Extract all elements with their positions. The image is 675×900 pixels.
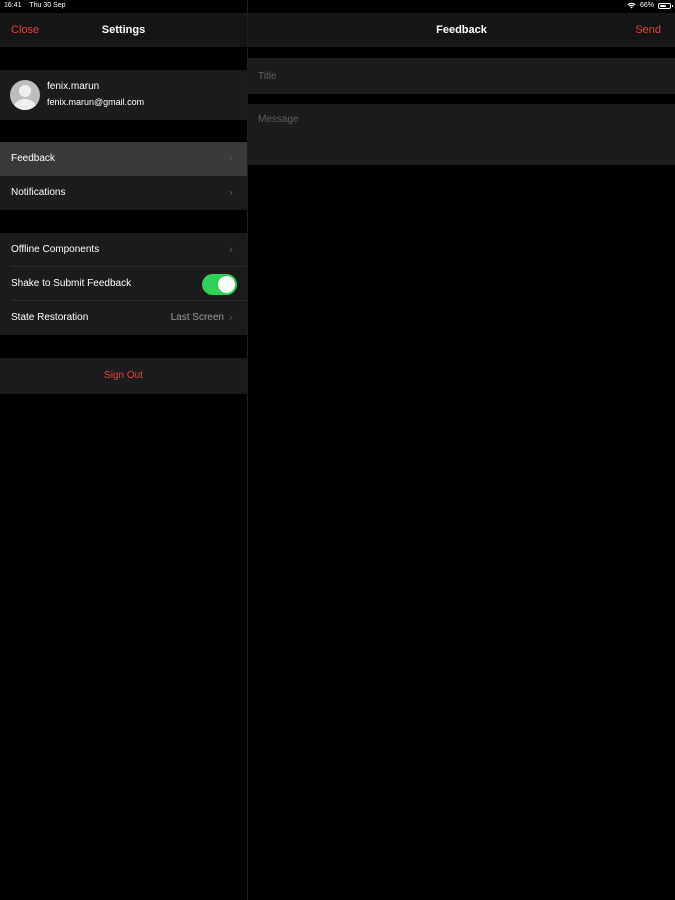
- profile-name: fenix.marun: [47, 81, 100, 92]
- title-field: [248, 58, 675, 94]
- status-bar: 16:41 Thu 30 Sep 66%: [0, 0, 675, 13]
- profile-email: fenix.marun@gmail.com: [47, 97, 145, 107]
- status-date: Thu 30 Sep: [29, 2, 66, 9]
- feedback-title: Feedback: [436, 24, 487, 36]
- message-field: [248, 104, 675, 165]
- battery-icon: [658, 2, 673, 9]
- toggle-knob: [218, 276, 235, 293]
- wifi-icon: [627, 2, 636, 9]
- settings-navbar: Close Settings: [0, 13, 247, 47]
- shake-to-submit-row: Shake to Submit Feedback: [0, 267, 247, 301]
- feedback-row[interactable]: Feedback ›: [0, 142, 247, 176]
- avatar-head: [19, 85, 31, 97]
- chevron-right-icon: ›: [229, 187, 233, 199]
- offline-components-label: Offline Components: [11, 244, 100, 255]
- settings-title: Settings: [101, 24, 146, 36]
- state-restoration-label: State Restoration: [11, 312, 89, 323]
- shake-to-submit-label: Shake to Submit Feedback: [11, 278, 132, 289]
- profile-cell[interactable]: fenix.marun fenix.marun@gmail.com: [0, 70, 247, 120]
- feedback-row-label: Feedback: [11, 153, 55, 164]
- chevron-right-icon: ›: [229, 312, 233, 324]
- send-button[interactable]: Send: [635, 13, 661, 47]
- chevron-right-icon: ›: [229, 244, 233, 256]
- state-restoration-value: Last Screen: [170, 312, 224, 323]
- notifications-row[interactable]: Notifications ›: [0, 176, 247, 210]
- message-input[interactable]: [248, 104, 675, 165]
- avatar: [10, 80, 40, 110]
- status-time: 16:41: [4, 2, 22, 9]
- sign-out-row[interactable]: Sign Out: [0, 358, 247, 394]
- title-input[interactable]: [248, 58, 675, 94]
- sign-out-button[interactable]: Sign Out: [104, 370, 143, 381]
- state-restoration-row[interactable]: State Restoration Last Screen ›: [0, 301, 247, 335]
- avatar-body: [14, 99, 36, 110]
- shake-to-submit-toggle[interactable]: [202, 274, 237, 295]
- settings-panel: Close Settings fenix.marun fenix.marun@g…: [0, 0, 247, 900]
- feedback-navbar: Feedback Send: [248, 13, 675, 47]
- battery-percent: 66%: [639, 2, 654, 9]
- offline-components-row[interactable]: Offline Components ›: [0, 233, 247, 267]
- notifications-row-label: Notifications: [11, 187, 66, 198]
- chevron-right-icon: ›: [229, 153, 233, 165]
- feedback-panel: Feedback Send: [248, 0, 675, 900]
- status-right: 66%: [627, 2, 673, 9]
- status-left: 16:41 Thu 30 Sep: [4, 2, 72, 9]
- battery-fill: [660, 4, 666, 7]
